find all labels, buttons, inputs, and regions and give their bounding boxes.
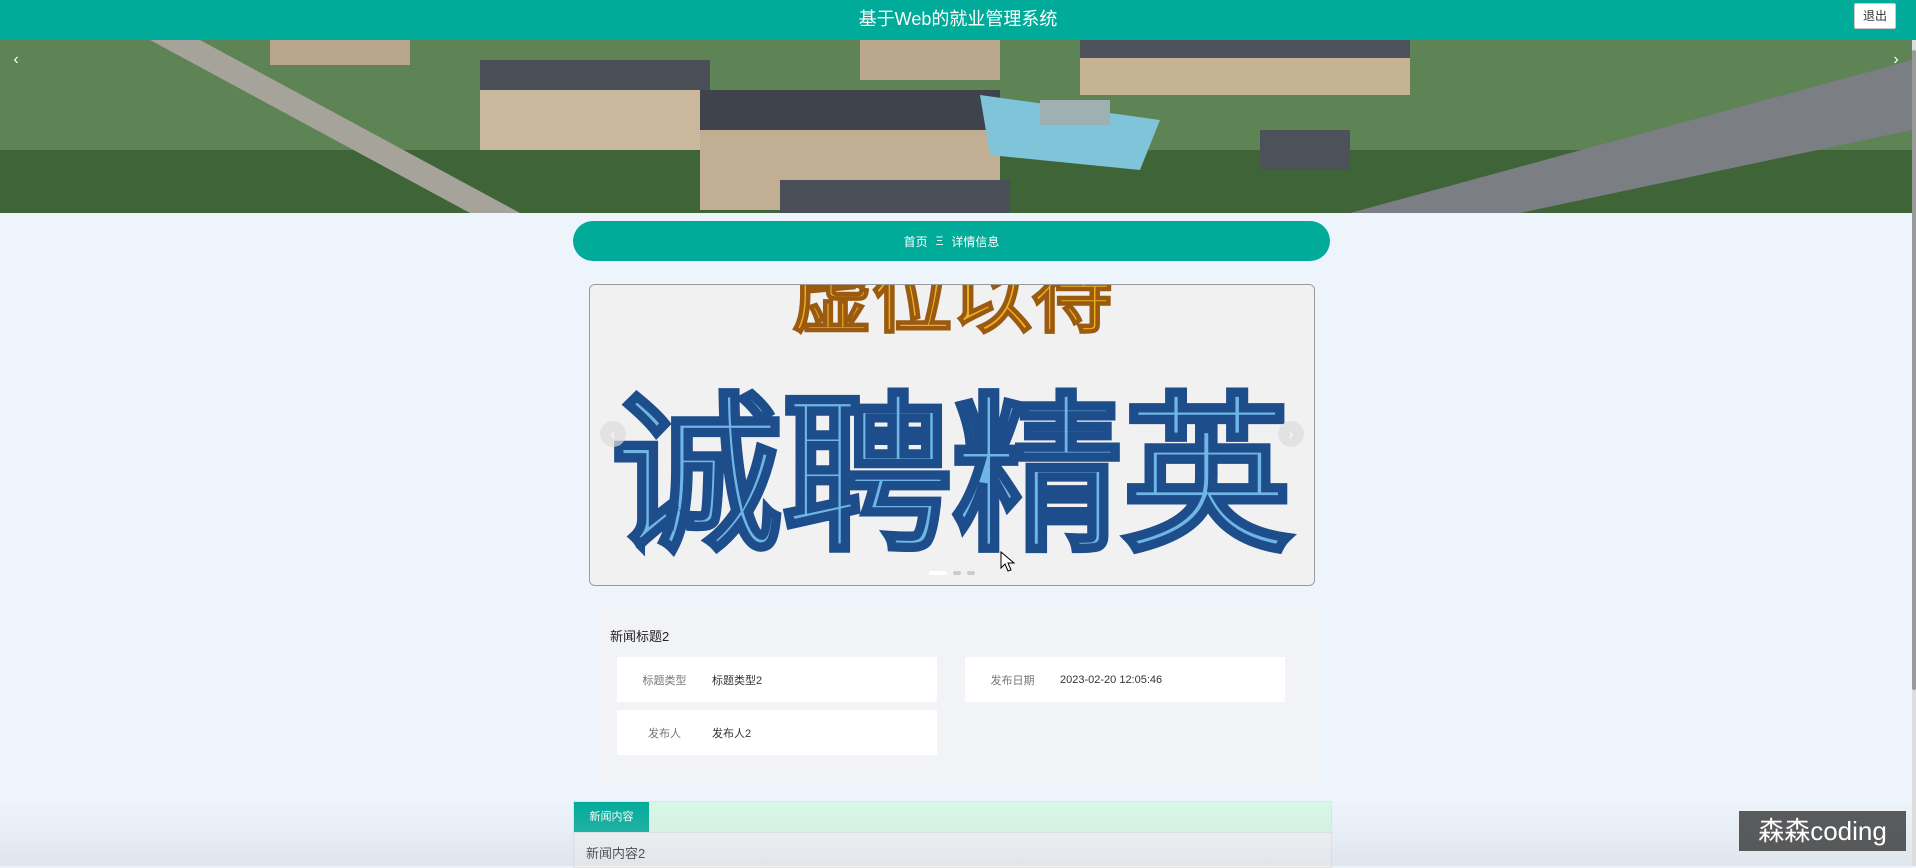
breadcrumb-current: 详情信息	[951, 234, 1000, 249]
field-publisher: 发布人 发布人2	[617, 710, 937, 755]
carousel-dot[interactable]	[929, 571, 947, 575]
field-label: 发布人	[648, 727, 681, 740]
field-publish-date: 发布日期 2023-02-20 12:05:46	[965, 657, 1285, 702]
carousel-dot[interactable]	[967, 571, 975, 575]
scrollbar-thumb[interactable]	[1912, 50, 1916, 690]
slide-main-text: 诚聘精英	[612, 378, 1293, 576]
news-content-body: 新闻内容2	[573, 832, 1332, 868]
field-label: 标题类型	[642, 674, 687, 687]
carousel-dot[interactable]	[953, 571, 961, 575]
carousel-indicators	[590, 571, 1314, 575]
field-title-type: 标题类型 标题类型2	[617, 657, 937, 702]
news-detail-panel: 新闻标题2 标题类型 标题类型2 发布日期 2023-02-20 12:05:4…	[596, 610, 1320, 785]
news-content-text: 新闻内容2	[586, 846, 646, 861]
news-title: 新闻标题2	[610, 629, 670, 644]
site-title: 基于Web的就业管理系统	[858, 9, 1058, 29]
field-value: 标题类型2	[712, 674, 763, 687]
field-value: 发布人2	[712, 727, 752, 740]
watermark: 森森coding	[1739, 811, 1906, 851]
content-tab-bar: 新闻内容	[573, 801, 1332, 833]
recruitment-slide-image: 虚位以待 诚聘精英	[590, 285, 1314, 585]
tab-news-content[interactable]: 新闻内容	[574, 802, 649, 832]
campus-banner-image	[0, 40, 1912, 213]
breadcrumb-separator: Ξ	[935, 234, 944, 248]
breadcrumb-home-link[interactable]: 首页	[904, 233, 928, 250]
header-bar: 基于Web的就业管理系统 退出	[0, 0, 1916, 40]
mouse-cursor-icon	[1000, 551, 1016, 572]
field-value: 2023-02-20 12:05:46	[1060, 673, 1163, 686]
breadcrumb: 首页 Ξ 详情信息	[573, 221, 1330, 261]
banner-next-button[interactable]: ›	[1886, 50, 1906, 70]
carousel-next-button[interactable]: ›	[1278, 421, 1304, 447]
slide-top-text: 虚位以待	[792, 285, 1112, 344]
campus-banner: ‹ ›	[0, 40, 1912, 213]
page-scrollbar[interactable]	[1912, 40, 1916, 866]
logout-button[interactable]: 退出	[1854, 3, 1896, 29]
carousel-prev-button[interactable]: ‹	[600, 421, 626, 447]
banner-prev-button[interactable]: ‹	[6, 50, 26, 70]
image-carousel[interactable]: 虚位以待 诚聘精英 ‹ ›	[589, 284, 1315, 586]
field-label: 发布日期	[990, 674, 1035, 687]
